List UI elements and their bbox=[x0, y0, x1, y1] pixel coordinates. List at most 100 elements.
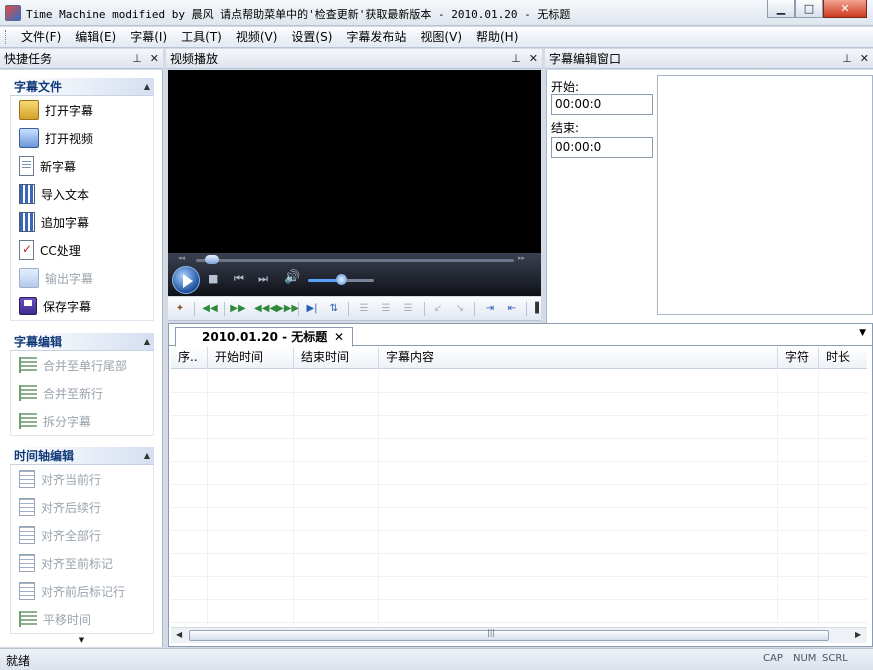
menu-edit[interactable]: 编辑(E) bbox=[68, 28, 123, 47]
import-icon[interactable]: ⇤ bbox=[504, 301, 520, 317]
menu-video[interactable]: 视频(V) bbox=[229, 28, 285, 47]
menu-help[interactable]: 帮助(H) bbox=[469, 28, 525, 47]
scroll-left-icon[interactable]: ◀ bbox=[176, 630, 182, 639]
menu-subtitle[interactable]: 字幕(I) bbox=[123, 28, 174, 47]
task-align-following[interactable]: 对齐后续行 bbox=[11, 493, 153, 521]
stop-icon[interactable]: ■ bbox=[208, 272, 218, 285]
previous-icon[interactable]: ⏮ bbox=[234, 272, 244, 286]
chevron-up-icon[interactable]: ▲ bbox=[144, 78, 150, 96]
video-settings-icon[interactable]: ✦ bbox=[172, 301, 188, 317]
task-group-header[interactable]: 字幕文件 ▲ bbox=[10, 78, 154, 96]
seek-forward-icon[interactable]: ▸▸ bbox=[518, 254, 525, 262]
play-button[interactable] bbox=[172, 266, 200, 294]
close-icon[interactable]: ✕ bbox=[529, 49, 538, 69]
start-time-input[interactable]: 00:00:0 bbox=[551, 94, 653, 115]
minimize-button[interactable]: ▁ bbox=[767, 0, 795, 18]
task-group-header[interactable]: 字幕编辑 ▲ bbox=[10, 333, 154, 351]
column-chars[interactable]: 字符 bbox=[778, 347, 819, 369]
save-icon bbox=[19, 297, 37, 315]
next-icon[interactable]: ⏭ bbox=[258, 272, 268, 286]
close-tab-icon[interactable]: ✕ bbox=[334, 328, 344, 346]
task-append-subtitle[interactable]: 追加字幕 bbox=[11, 208, 153, 236]
task-merge-new-line[interactable]: 合并至新行 bbox=[11, 379, 153, 407]
video-screen[interactable] bbox=[168, 70, 541, 253]
sync-icon[interactable]: ⇅ bbox=[326, 301, 342, 317]
menu-settings[interactable]: 设置(S) bbox=[284, 28, 339, 47]
column-content[interactable]: 字幕内容 bbox=[379, 347, 778, 369]
menu-view[interactable]: 视图(V) bbox=[413, 28, 469, 47]
task-split-subtitle[interactable]: 拆分字幕 bbox=[11, 407, 153, 435]
step-icon[interactable]: ▶| bbox=[304, 301, 320, 317]
list-add-icon[interactable]: ☰ bbox=[378, 301, 394, 317]
fast-rewind-icon[interactable]: ◀◀◀ bbox=[254, 301, 277, 317]
seek-bar[interactable] bbox=[196, 259, 514, 262]
scroll-indicator: SCRL bbox=[822, 653, 848, 664]
volume-icon[interactable]: 🔊 bbox=[284, 270, 300, 285]
edit-pane-title: 字幕编辑窗口 bbox=[549, 52, 622, 66]
task-new-subtitle[interactable]: 新字幕 bbox=[11, 152, 153, 180]
menu-file[interactable]: 文件(F) bbox=[14, 28, 68, 47]
chevron-up-icon[interactable]: ▲ bbox=[144, 447, 150, 465]
window-title: Time Machine modified by 晨风 请点帮助菜单中的'检查更… bbox=[26, 8, 571, 21]
document-tabstrip: 2010.01.20 - 无标题 ✕ ▼ bbox=[169, 324, 872, 347]
scroll-down-icon[interactable]: ▼ bbox=[0, 636, 162, 645]
scroll-right-icon[interactable]: ▶ bbox=[855, 630, 861, 639]
pin-icon[interactable]: ⊥ bbox=[511, 49, 521, 69]
align-all-icon bbox=[19, 526, 35, 544]
end-time-input[interactable]: 00:00:0 bbox=[551, 137, 653, 158]
maximize-button[interactable]: □ bbox=[795, 0, 823, 18]
column-end-time[interactable]: 结束时间 bbox=[294, 347, 379, 369]
task-group-header[interactable]: 时间轴编辑 ▲ bbox=[10, 447, 154, 465]
list-icon[interactable]: ☰ bbox=[356, 301, 372, 317]
horizontal-scrollbar[interactable]: ◀ ||| ▶ bbox=[171, 627, 867, 643]
pin-icon[interactable]: ⊥ bbox=[842, 49, 852, 69]
close-icon[interactable]: ✕ bbox=[860, 49, 869, 69]
scrollbar-thumb[interactable] bbox=[189, 630, 829, 641]
rewind-icon[interactable]: ◀◀ bbox=[202, 301, 218, 317]
tasks-pane-title: 快捷任务 bbox=[4, 52, 53, 66]
chevron-up-icon[interactable]: ▲ bbox=[144, 333, 150, 351]
tab-list-dropdown-icon[interactable]: ▼ bbox=[859, 328, 866, 338]
undo-icon[interactable]: ↙ bbox=[430, 301, 446, 317]
export-subtitle-icon bbox=[19, 268, 39, 288]
status-text: 就绪 bbox=[6, 654, 31, 668]
redo-icon[interactable]: ↘ bbox=[452, 301, 468, 317]
pin-icon[interactable]: ⊥ bbox=[132, 49, 142, 69]
menu-tools[interactable]: 工具(T) bbox=[174, 28, 229, 47]
window-controls: ▁ □ ✕ bbox=[767, 0, 867, 18]
task-save-subtitle[interactable]: 保存字幕 bbox=[11, 292, 153, 320]
subtitle-text-area[interactable] bbox=[657, 75, 873, 315]
column-duration[interactable]: 时长 bbox=[819, 347, 867, 369]
volume-thumb[interactable] bbox=[336, 274, 347, 285]
close-icon[interactable]: ✕ bbox=[150, 49, 159, 69]
task-import-text[interactable]: 导入文本 bbox=[11, 180, 153, 208]
task-cc-process[interactable]: CC处理 bbox=[11, 236, 153, 264]
toolbar-more-icon[interactable]: ▐ bbox=[530, 301, 540, 317]
seek-back-icon[interactable]: ◂◂ bbox=[178, 254, 185, 262]
tasks-pane-header: 快捷任务 ⊥ ✕ bbox=[0, 49, 163, 69]
title-bar: Time Machine modified by 晨风 请点帮助菜单中的'检查更… bbox=[0, 0, 873, 26]
task-align-current[interactable]: 对齐当前行 bbox=[11, 465, 153, 493]
fast-forward-icon[interactable]: ▶▶▶ bbox=[276, 301, 299, 317]
menu-subtitle-site[interactable]: 字幕发布站 bbox=[339, 28, 413, 47]
align-following-icon bbox=[19, 498, 35, 516]
task-merge-line-end[interactable]: 合并至单行尾部 bbox=[11, 351, 153, 379]
forward-icon[interactable]: ▶▶ bbox=[230, 301, 246, 317]
task-shift-time[interactable]: 平移时间 bbox=[11, 605, 153, 633]
task-open-video[interactable]: 打开视频 bbox=[11, 124, 153, 152]
menubar-grip[interactable] bbox=[5, 30, 8, 44]
close-button[interactable]: ✕ bbox=[823, 0, 867, 18]
export-icon[interactable]: ⇥ bbox=[482, 301, 498, 317]
document-tab[interactable]: 2010.01.20 - 无标题 ✕ bbox=[175, 327, 353, 347]
column-index[interactable]: 序.. bbox=[171, 347, 208, 369]
task-open-subtitle[interactable]: 打开字幕 bbox=[11, 96, 153, 124]
column-start-time[interactable]: 开始时间 bbox=[208, 347, 294, 369]
seek-thumb[interactable] bbox=[205, 255, 220, 264]
task-align-marks[interactable]: 对齐前后标记行 bbox=[11, 577, 153, 605]
task-align-prev-mark[interactable]: 对齐至前标记 bbox=[11, 549, 153, 577]
task-align-all[interactable]: 对齐全部行 bbox=[11, 521, 153, 549]
task-export-subtitle[interactable]: 输出字幕 bbox=[11, 264, 153, 292]
subtitle-grid-body[interactable] bbox=[171, 370, 867, 625]
open-video-icon bbox=[19, 128, 39, 148]
list-remove-icon[interactable]: ☰ bbox=[400, 301, 416, 317]
